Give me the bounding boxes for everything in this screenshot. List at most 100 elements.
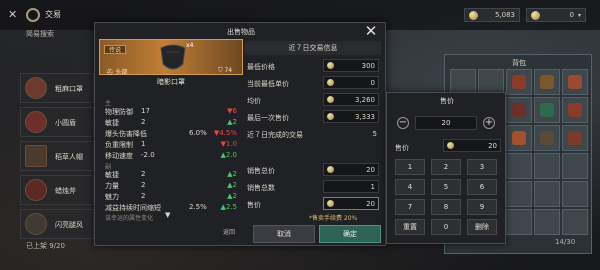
keypad-key[interactable]: 9 [467,199,497,215]
page-title: 交易 [45,10,61,19]
inventory-item-icon [540,131,554,145]
inventory-slot[interactable] [562,209,588,235]
market-list-item[interactable]: 粗麻口罩 [20,73,94,103]
inventory-slot[interactable] [562,181,588,207]
stat-value: 2 [141,170,146,178]
stat-delta: 2 [232,118,237,126]
expand-arrow-icon[interactable]: ▼ [165,211,170,219]
keypad-key[interactable]: 2 [431,159,461,175]
stat-label: 敏捷 [105,171,119,179]
inventory-slot[interactable] [534,181,560,207]
stat-value: 1 [141,140,146,148]
price-quantity-input[interactable]: 20 [415,116,477,130]
inventory-slot[interactable] [562,153,588,179]
more-stats-hint: 该幸运的属性变化 [105,215,154,222]
total-price-row: 销售总价 20 [247,163,379,179]
inventory-slot[interactable] [506,69,532,95]
chevron-down-icon[interactable]: ▾ [578,12,581,19]
item-slot-label: ⛑ 头部 [106,67,128,76]
increase-button[interactable]: + [483,117,495,129]
stat-row: 移动速度 -2.0 ▲2.0 [105,151,237,161]
inventory-slot[interactable] [534,97,560,123]
coin-icon [327,200,334,207]
trade-history-row: 最后一次售价 3,333 [247,110,379,126]
inventory-slot[interactable] [506,97,532,123]
stat-row: 敏捷 2 ▲2 [105,170,237,180]
coin-icon [327,62,334,69]
total-count-label: 销售总数 [247,184,275,192]
history-value-box: 0 [323,76,379,89]
decrease-button[interactable]: − [397,117,409,129]
close-icon[interactable]: ✕ [363,24,379,40]
keypad-key[interactable]: 删除 [467,219,497,235]
inventory-slot[interactable] [506,125,532,151]
keypad-key[interactable]: 4 [395,179,425,195]
keypad-key[interactable]: 0 [431,219,461,235]
back-arrow-icon[interactable]: ✕ [8,9,20,21]
inventory-slot[interactable] [534,153,560,179]
inventory-slot[interactable] [534,125,560,151]
history-value: 3,260 [354,95,375,104]
inventory-slot[interactable] [534,209,560,235]
cancel-button[interactable]: 取消 [253,225,315,243]
trade-history-box: 近７日交易信息 最低价格 300 当前最低单价 0 均价 3,260 最后一次售价 3,333… [245,41,381,157]
history-label: 近７日完成的交易 [247,131,303,139]
return-link[interactable]: 返回 [223,227,235,236]
market-list-item[interactable]: 稻草人帽 [20,141,94,171]
sale-price-value: 20 [366,199,375,208]
inventory-item-icon [568,75,582,89]
rarity-badge: 传说 [104,45,127,54]
inventory-count: 14/30 [555,238,576,246]
history-value-box: 3,260 [323,93,379,106]
inventory-slot[interactable] [506,153,532,179]
simple-search-tab[interactable]: 简易搜索 [26,29,54,39]
stat-label: 移动速度 [105,152,133,160]
keypad-key[interactable]: 8 [431,199,461,215]
inventory-slot[interactable] [506,209,532,235]
token-icon [531,10,540,20]
market-list-item[interactable]: 小圆盾 [20,107,94,137]
sale-price-row: 售价 20 [247,197,379,213]
item-thumbnail-icon [25,111,47,133]
inventory-slot[interactable] [562,69,588,95]
main-stats-label: 主 [105,100,112,107]
stat-row: 物理防御 17 ▼6 [105,107,237,117]
inventory-slot[interactable] [562,97,588,123]
keypad-key[interactable]: 7 [395,199,425,215]
total-count-box: 1 [323,180,379,193]
inventory-slot[interactable] [534,69,560,95]
inventory-title: 背包 [512,59,526,67]
stat-delta: 4.5% [219,129,237,137]
item-thumbnail-icon [25,145,47,167]
stat-value: 6.0% [189,129,207,137]
stat-increase: ▲2.0 [220,151,237,159]
stat-row: 敏捷 2 ▲2 [105,118,237,128]
token-balance-value: 0 [569,11,574,19]
market-list-item[interactable]: 闪亮腿风 [20,209,94,239]
stat-row: 减益持续时间缩短 2.5% ▲2.5 [105,203,237,213]
stat-row: 负重限制 1 ▼1.0 [105,140,237,150]
inventory-slot[interactable] [562,125,588,151]
item-name: 暗影口罩 [157,78,185,86]
item-quantity: 4 [189,42,194,49]
shield-icon: ⛉ [218,67,223,74]
item-card: 传说 ⛑ 头部 x4 ⛉ 74 [99,39,243,76]
item-slot-text: 头部 [115,69,128,76]
stat-row: 力量 2 ▲2 [105,181,237,191]
item-thumbnail-icon [25,179,47,201]
keypad-key[interactable]: 3 [467,159,497,175]
market-list-item[interactable]: 蜡烛斧 [20,175,94,205]
keypad-key[interactable]: 5 [431,179,461,195]
total-price-value: 20 [366,165,375,174]
inventory-slot[interactable] [506,181,532,207]
sale-price-input[interactable]: 20 [323,197,379,210]
keypad-key[interactable]: 6 [467,179,497,195]
market-item-name: 粗麻口罩 [55,85,83,93]
stat-value: 2 [141,192,146,200]
confirm-button[interactable]: 确定 [319,225,381,243]
keypad-key[interactable]: 1 [395,159,425,175]
keypad-key[interactable]: 重置 [395,219,425,235]
market-item-name: 闪亮腿风 [55,221,83,229]
item-thumbnail-icon [25,213,47,235]
stat-label: 负重限制 [105,141,133,149]
